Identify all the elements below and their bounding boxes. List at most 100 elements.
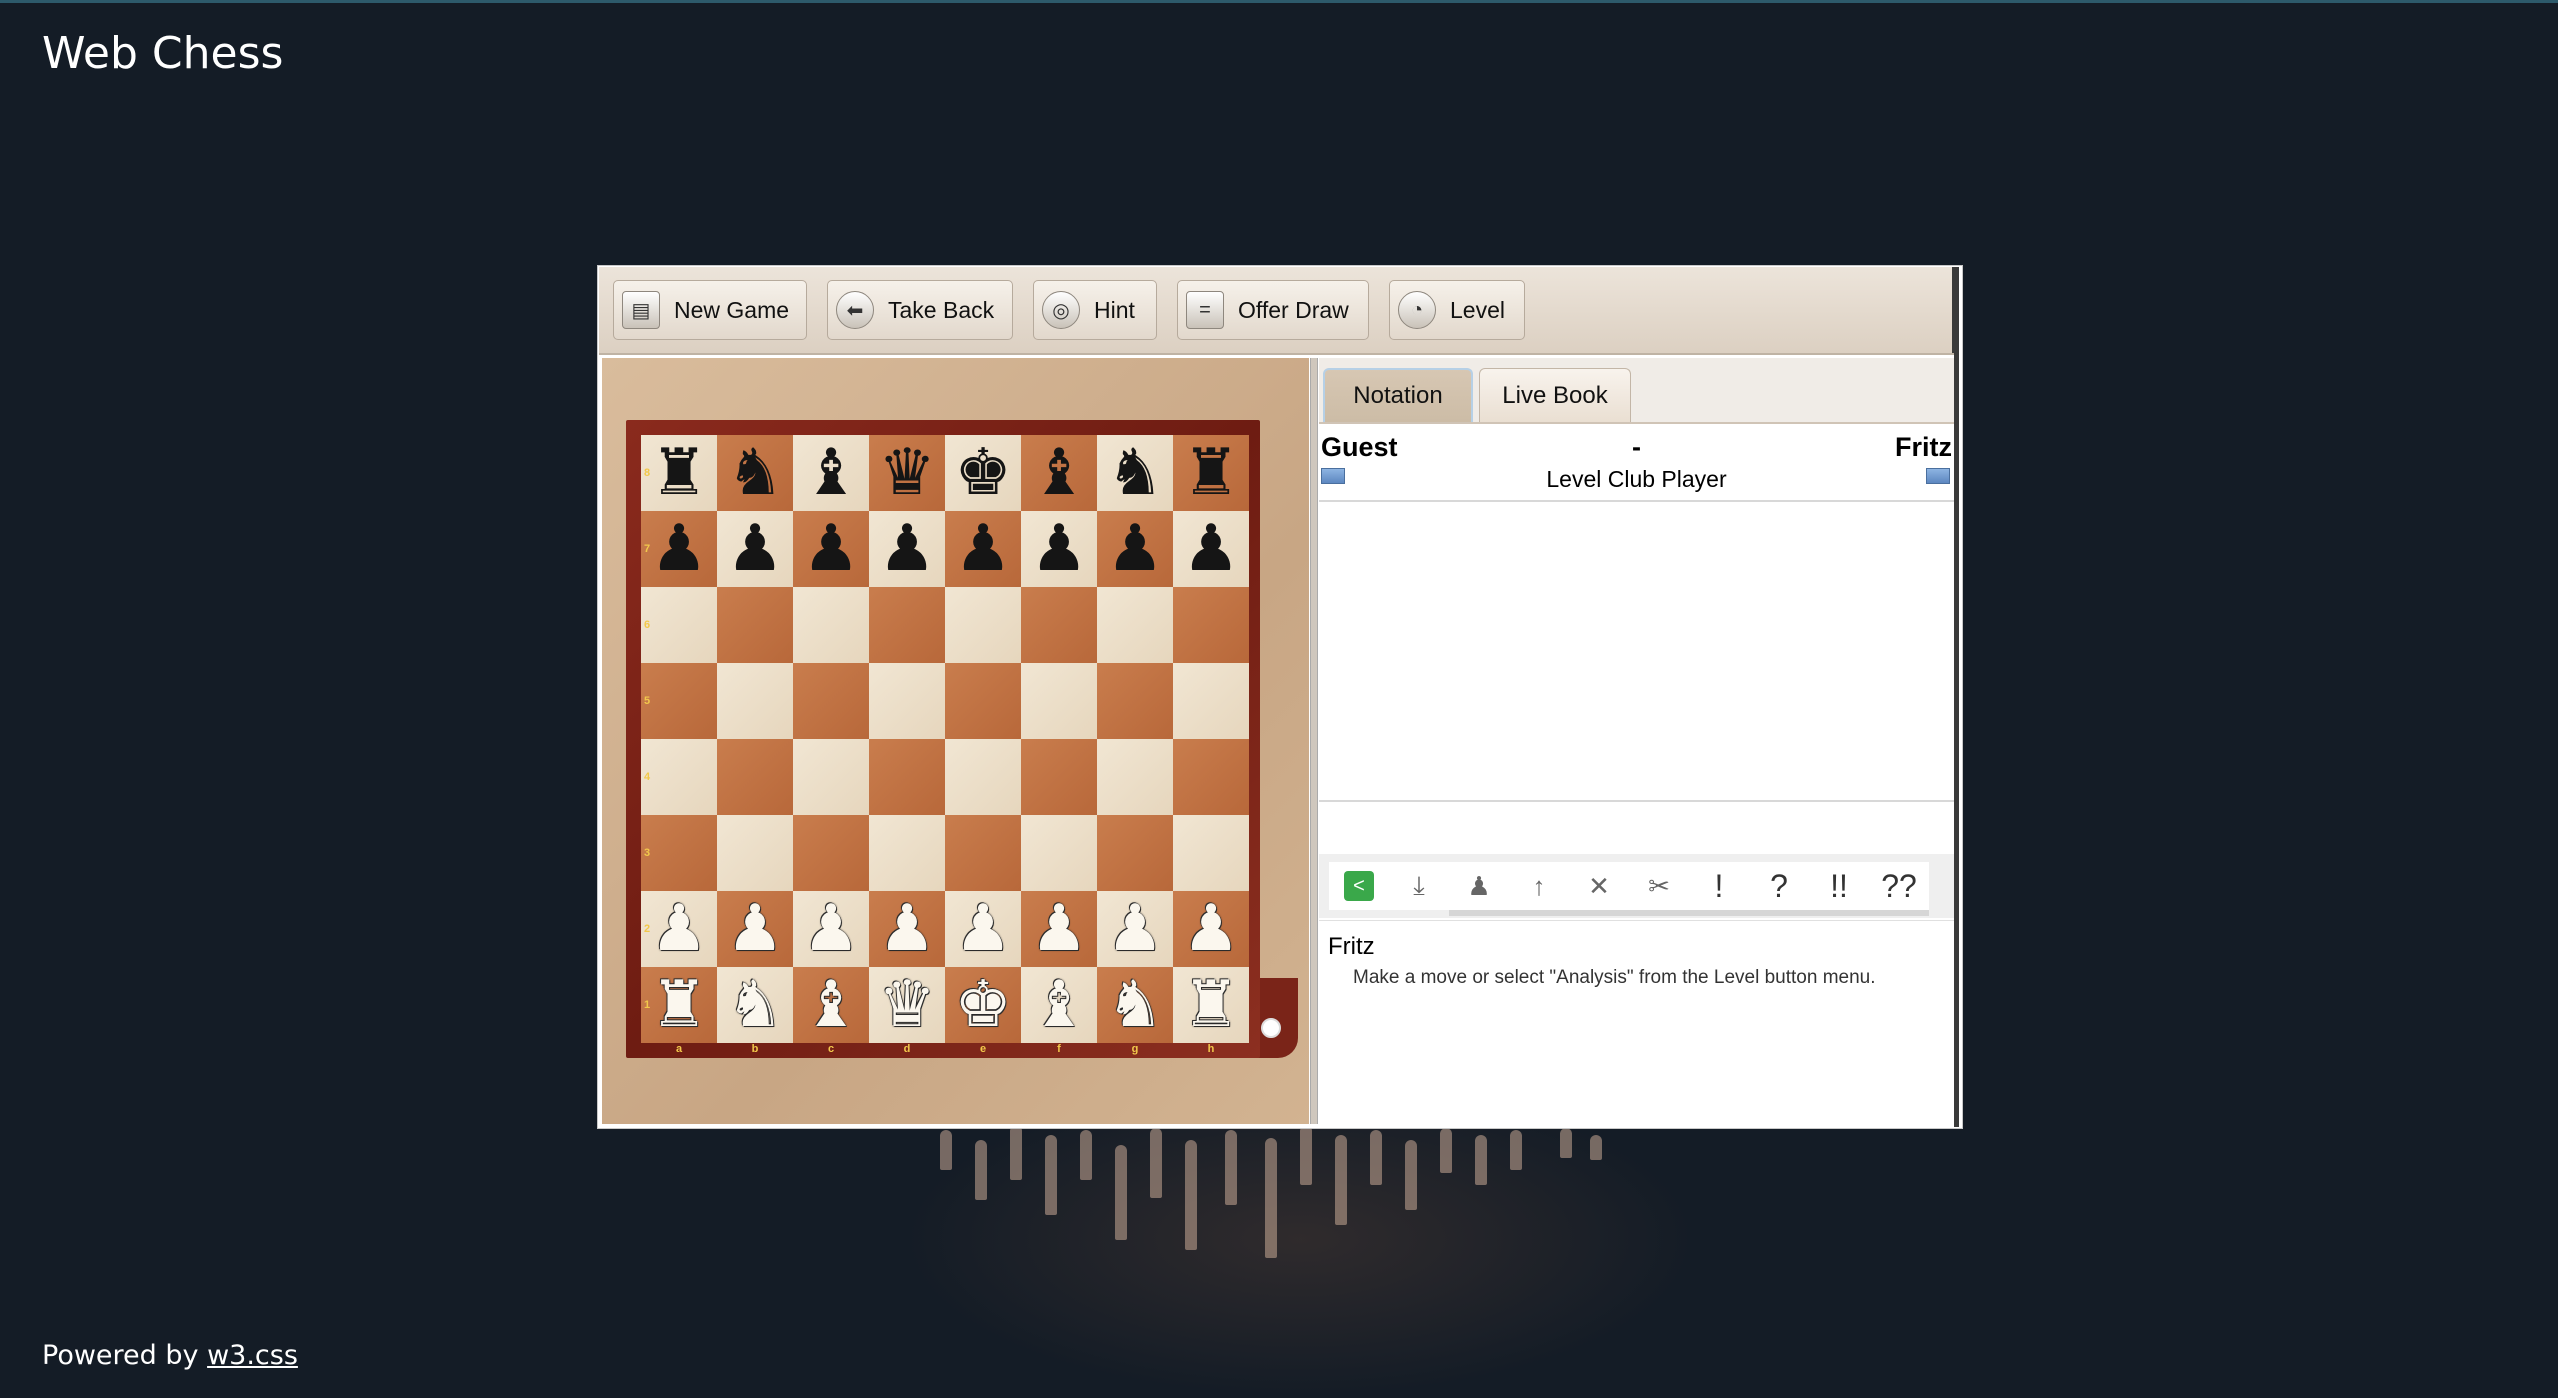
- square-d1[interactable]: ♛: [869, 967, 945, 1043]
- square-b6[interactable]: [717, 587, 793, 663]
- tab-notation[interactable]: Notation: [1323, 368, 1473, 422]
- square-g1[interactable]: ♞: [1097, 967, 1173, 1043]
- square-f7[interactable]: ♟: [1021, 511, 1097, 587]
- annotation-dubious-button[interactable]: ?: [1749, 862, 1809, 910]
- annotation-scrollbar[interactable]: [1449, 910, 1929, 916]
- share-button[interactable]: <: [1329, 862, 1389, 910]
- square-g3[interactable]: [1097, 815, 1173, 891]
- chess-board[interactable]: 8 ♜ ♞ ♝ ♛ ♚ ♝ ♞ ♜ 7 ♟ ♟ ♟ ♟ ♟ ♟ ♟ ♟ 6 5 4 3 2 ♟ ♟ ♟ ♟ ♟ ♟ ♟ ♟ 1 ♜ ♞ ♝ ♛ ♚ ♝ ♞ ♜: [641, 435, 1249, 1043]
- white-pawn-icon[interactable]: ♟: [1030, 897, 1087, 961]
- black-knight-icon[interactable]: ♞: [1106, 441, 1163, 505]
- engine-button[interactable]: ♟: [1449, 862, 1509, 910]
- square-c6[interactable]: [793, 587, 869, 663]
- square-e4[interactable]: [945, 739, 1021, 815]
- square-f4[interactable]: [1021, 739, 1097, 815]
- square-e1[interactable]: ♚: [945, 967, 1021, 1043]
- white-bishop-icon[interactable]: ♝: [1030, 973, 1087, 1037]
- square-h8[interactable]: ♜: [1173, 435, 1249, 511]
- square-c7[interactable]: ♟: [793, 511, 869, 587]
- square-g2[interactable]: ♟: [1097, 891, 1173, 967]
- square-f3[interactable]: [1021, 815, 1097, 891]
- square-f8[interactable]: ♝: [1021, 435, 1097, 511]
- black-king-icon[interactable]: ♚: [954, 441, 1011, 505]
- square-b4[interactable]: [717, 739, 793, 815]
- square-g6[interactable]: [1097, 587, 1173, 663]
- square-a4[interactable]: 4: [641, 739, 717, 815]
- square-h1[interactable]: ♜: [1173, 967, 1249, 1043]
- square-b7[interactable]: ♟: [717, 511, 793, 587]
- take-back-button[interactable]: ⬅ Take Back: [827, 280, 1013, 340]
- black-rook-icon[interactable]: ♜: [1182, 441, 1239, 505]
- white-pawn-icon[interactable]: ♟: [954, 897, 1011, 961]
- square-d3[interactable]: [869, 815, 945, 891]
- square-a1[interactable]: 1 ♜: [641, 967, 717, 1043]
- square-c4[interactable]: [793, 739, 869, 815]
- square-f6[interactable]: [1021, 587, 1097, 663]
- annotation-good-button[interactable]: !: [1689, 862, 1749, 910]
- white-bishop-icon[interactable]: ♝: [802, 973, 859, 1037]
- square-g7[interactable]: ♟: [1097, 511, 1173, 587]
- square-a6[interactable]: 6: [641, 587, 717, 663]
- square-g8[interactable]: ♞: [1097, 435, 1173, 511]
- square-h2[interactable]: ♟: [1173, 891, 1249, 967]
- white-rook-icon[interactable]: ♜: [650, 973, 707, 1037]
- black-pawn-icon[interactable]: ♟: [954, 517, 1011, 581]
- black-rook-icon[interactable]: ♜: [650, 441, 707, 505]
- delete-variation-button[interactable]: ✕: [1569, 862, 1629, 910]
- square-e8[interactable]: ♚: [945, 435, 1021, 511]
- square-a3[interactable]: 3: [641, 815, 717, 891]
- white-knight-icon[interactable]: ♞: [1106, 973, 1163, 1037]
- square-f2[interactable]: ♟: [1021, 891, 1097, 967]
- tab-live-book[interactable]: Live Book: [1479, 368, 1631, 422]
- square-g4[interactable]: [1097, 739, 1173, 815]
- new-game-button[interactable]: ▤ New Game: [613, 280, 807, 340]
- black-pawn-icon[interactable]: ♟: [650, 517, 707, 581]
- square-d6[interactable]: [869, 587, 945, 663]
- white-pawn-icon[interactable]: ♟: [878, 897, 935, 961]
- square-a5[interactable]: 5: [641, 663, 717, 739]
- w3css-link[interactable]: w3.css: [207, 1340, 298, 1371]
- promote-variation-button[interactable]: ↑: [1509, 862, 1569, 910]
- white-queen-icon[interactable]: ♛: [878, 973, 935, 1037]
- square-f1[interactable]: ♝: [1021, 967, 1097, 1043]
- download-button[interactable]: ⤓: [1389, 862, 1449, 910]
- annotation-blunder-button[interactable]: ??: [1869, 862, 1929, 910]
- square-e3[interactable]: [945, 815, 1021, 891]
- black-queen-icon[interactable]: ♛: [878, 441, 935, 505]
- square-h7[interactable]: ♟: [1173, 511, 1249, 587]
- square-a2[interactable]: 2 ♟: [641, 891, 717, 967]
- square-b3[interactable]: [717, 815, 793, 891]
- square-c5[interactable]: [793, 663, 869, 739]
- white-pawn-icon[interactable]: ♟: [1106, 897, 1163, 961]
- square-d4[interactable]: [869, 739, 945, 815]
- square-e6[interactable]: [945, 587, 1021, 663]
- square-d8[interactable]: ♛: [869, 435, 945, 511]
- square-f5[interactable]: [1021, 663, 1097, 739]
- white-pawn-icon[interactable]: ♟: [1182, 897, 1239, 961]
- square-a8[interactable]: 8 ♜: [641, 435, 717, 511]
- black-pawn-icon[interactable]: ♟: [1106, 517, 1163, 581]
- hint-button[interactable]: ◎ Hint: [1033, 280, 1157, 340]
- panel-splitter[interactable]: [1310, 358, 1318, 1124]
- cut-button[interactable]: ✂: [1629, 862, 1689, 910]
- square-h4[interactable]: [1173, 739, 1249, 815]
- square-e5[interactable]: [945, 663, 1021, 739]
- white-knight-icon[interactable]: ♞: [726, 973, 783, 1037]
- black-bishop-icon[interactable]: ♝: [802, 441, 859, 505]
- square-h3[interactable]: [1173, 815, 1249, 891]
- white-rook-icon[interactable]: ♜: [1182, 973, 1239, 1037]
- black-knight-icon[interactable]: ♞: [726, 441, 783, 505]
- square-c1[interactable]: ♝: [793, 967, 869, 1043]
- black-pawn-icon[interactable]: ♟: [878, 517, 935, 581]
- square-h6[interactable]: [1173, 587, 1249, 663]
- offer-draw-button[interactable]: = Offer Draw: [1177, 280, 1369, 340]
- square-h5[interactable]: [1173, 663, 1249, 739]
- square-d7[interactable]: ♟: [869, 511, 945, 587]
- black-pawn-icon[interactable]: ♟: [1182, 517, 1239, 581]
- square-b1[interactable]: ♞: [717, 967, 793, 1043]
- square-b5[interactable]: [717, 663, 793, 739]
- white-pawn-icon[interactable]: ♟: [650, 897, 707, 961]
- white-king-icon[interactable]: ♚: [954, 973, 1011, 1037]
- black-bishop-icon[interactable]: ♝: [1030, 441, 1087, 505]
- white-pawn-icon[interactable]: ♟: [726, 897, 783, 961]
